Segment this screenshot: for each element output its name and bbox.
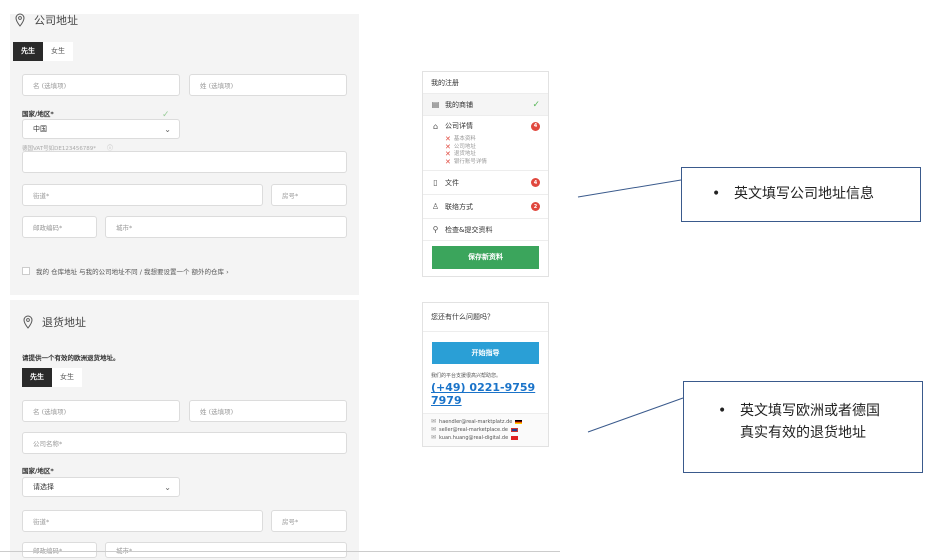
email-item[interactable]: ✉ haendler@real-marktplatz.de (431, 418, 540, 426)
company-last-name-input[interactable]: 姓 (选填项) (189, 74, 347, 96)
sidebar-item-contact[interactable]: ♙ 联络方式 2 (423, 195, 548, 219)
sidebar-item-company-head[interactable]: ⌂ 公司详情 4 (423, 116, 548, 136)
complete-check-icon: ✓ (532, 99, 540, 110)
error-x-icon: ✕ (445, 157, 451, 166)
salutation-ms-button[interactable]: 女生 (43, 42, 73, 61)
connector-line-company (577, 179, 682, 198)
connector-line-return (587, 397, 684, 433)
company-subitems: ✕ 基本资料 ✕ 公司地址 ✕ 退货地址 ✕ 银行账号详情 (423, 135, 548, 170)
sidebar-title: 我的注册 (431, 78, 459, 87)
annotation-company-text: 英文填写公司地址信息 (712, 183, 920, 205)
warehouse-checkbox[interactable] (22, 267, 30, 275)
company-house-number-input[interactable]: 房号* (271, 184, 347, 206)
company-salutation-toggle: 先生 女生 (13, 42, 73, 61)
email-item[interactable]: ✉ kuan.huang@real-digital.de (431, 434, 540, 442)
start-guide-button[interactable]: 开始指导 (432, 342, 539, 364)
help-title: 您还有什么问题吗？ (423, 303, 548, 332)
company-first-name-input[interactable]: 名 (选填项) (22, 74, 180, 96)
help-box: 您还有什么问题吗？ 开始指导 我们的平台支援很高兴帮助您。 (+49) 0221… (422, 302, 549, 447)
return-first-name-input[interactable]: 名 (选填项) (22, 400, 180, 422)
store-icon: ▤ (431, 100, 440, 109)
sidebar-item-company[interactable]: ⌂ 公司详情 4 ✕ 基本资料 ✕ 公司地址 ✕ 退货地址 ✕ 银行账号详情 (423, 116, 548, 171)
return-salutation-toggle: 先生 女生 (22, 368, 82, 387)
support-email-list: ✉ haendler@real-marktplatz.de ✉ seller@rea… (423, 413, 548, 446)
email-address: haendler@real-marktplatz.de (439, 419, 513, 425)
todo-count-badge: 4 (531, 178, 540, 187)
subitem-label: 退货地址 (453, 151, 476, 157)
return-country-value: 请选择 (33, 483, 54, 491)
return-company-name-input[interactable]: 公司名称* (22, 432, 347, 454)
todo-count-badge: 4 (531, 121, 540, 131)
annotation-return-line-1: 英文填写欧洲或者德国 (740, 403, 880, 419)
company-country-label: 国家/地区* (22, 110, 54, 118)
annotation-return-callout: 英文填写欧洲或者德国 真实有效的退货地址 (683, 381, 923, 473)
uk-flag-icon (510, 428, 518, 432)
sidebar-item-label: 检查&提交资料 (445, 225, 493, 234)
annotation-return-line-2: 真实有效的退货地址 (740, 425, 866, 441)
company-street-input[interactable]: 街道* (22, 184, 263, 206)
email-address: kuan.huang@real-digital.de (439, 435, 509, 441)
subitem-return-address[interactable]: ✕ 退货地址 (445, 150, 548, 159)
sidebar-item-label: 联络方式 (445, 202, 473, 211)
sidebar-item-documents[interactable]: ▯ 文件 4 (423, 171, 548, 195)
company-country-select[interactable]: 中国 ⌄ (22, 119, 180, 139)
return-country-select[interactable]: 请选择 ⌄ (22, 477, 180, 497)
envelope-icon: ✉ (431, 418, 437, 425)
annotation-company-callout: 英文填写公司地址信息 (681, 167, 921, 222)
return-zip-input[interactable]: 邮政编码* (22, 542, 97, 558)
sidebar-item-store[interactable]: ▤ 我的商铺 ✓ (423, 94, 548, 116)
subitem-label: 银行账号详情 (453, 158, 487, 165)
subitem-bank-details[interactable]: ✕ 银行账号详情 (445, 157, 548, 167)
warehouse-checkbox-text: 我的 仓库地址 与我的公司地址不同 / 我想要设置一个 额外的仓库 › (36, 268, 229, 276)
search-icon: ⚲ (432, 225, 439, 234)
home-icon: ⌂ (432, 121, 439, 131)
email-address: seller@real-marketplace.de (439, 427, 508, 433)
email-item[interactable]: ✉ seller@real-marketplace.de (431, 426, 540, 434)
return-instruction: 请提供一个有效的欧洲退货地址。 (22, 354, 120, 362)
chevron-down-icon: ⌄ (164, 124, 171, 134)
sidebar-title-row: 我的注册 (423, 72, 548, 94)
salutation-mr-button[interactable]: 先生 (22, 368, 52, 387)
registration-sidebar: 我的注册 ▤ 我的商铺 ✓ ⌂ 公司详情 4 ✕ 基本资料 ✕ 公司地址 ✕ 退货地址… (422, 71, 549, 277)
subitem-label: 基本资料 (453, 136, 476, 142)
subitem-basic-info[interactable]: ✕ 基本资料 (445, 135, 548, 144)
return-house-number-input[interactable]: 房号* (271, 510, 347, 532)
company-address-header: 公司地址 (14, 12, 78, 28)
company-address-title: 公司地址 (34, 14, 78, 27)
location-pin-icon (22, 315, 34, 329)
salutation-mr-button[interactable]: 先生 (13, 42, 43, 61)
annotation-return-text: 英文填写欧洲或者德国 真实有效的退货地址 (718, 400, 922, 444)
save-button[interactable]: 保存新资料 (432, 246, 539, 269)
return-city-input[interactable]: 城市* (105, 542, 347, 558)
return-last-name-input[interactable]: 姓 (选填项) (189, 400, 347, 422)
company-city-input[interactable]: 城市* (105, 216, 347, 238)
china-flag-icon (511, 436, 519, 440)
envelope-icon: ✉ (431, 426, 437, 433)
sidebar-item-label: 文件 (445, 178, 459, 187)
envelope-icon: ✉ (431, 434, 437, 441)
sidebar-item-label: 我的商铺 (445, 100, 473, 109)
salutation-ms-button[interactable]: 女生 (52, 368, 82, 387)
todo-count-badge: 2 (531, 202, 540, 211)
return-street-input[interactable]: 街道* (22, 510, 263, 532)
sidebar-item-label: 公司详情 (445, 122, 473, 130)
company-zip-input[interactable]: 邮政编码* (22, 216, 97, 238)
help-note: 我们的平台支援很高兴帮助您。 (431, 373, 502, 379)
file-icon: ▯ (433, 178, 438, 187)
user-icon: ♙ (431, 202, 440, 211)
location-pin-icon (14, 13, 26, 27)
germany-flag-icon (515, 420, 523, 424)
return-address-title: 退货地址 (42, 316, 86, 329)
return-address-header: 退货地址 (22, 314, 86, 330)
subitem-label: 公司地址 (453, 143, 476, 150)
support-phone-link[interactable]: (+49) 0221-9759 7979 (423, 379, 548, 413)
separate-warehouse-option[interactable]: 我的 仓库地址 与我的公司地址不同 / 我想要设置一个 额外的仓库 › (22, 266, 229, 276)
chevron-down-icon: ⌄ (164, 482, 171, 492)
vat-number-input[interactable] (22, 151, 347, 173)
page-divider (0, 551, 560, 552)
subitem-company-address[interactable]: ✕ 公司地址 (445, 143, 548, 152)
sidebar-item-review-submit[interactable]: ⚲ 检查&提交资料 (423, 219, 548, 241)
company-country-value: 中国 (33, 125, 47, 133)
return-country-label: 国家/地区* (22, 467, 54, 475)
